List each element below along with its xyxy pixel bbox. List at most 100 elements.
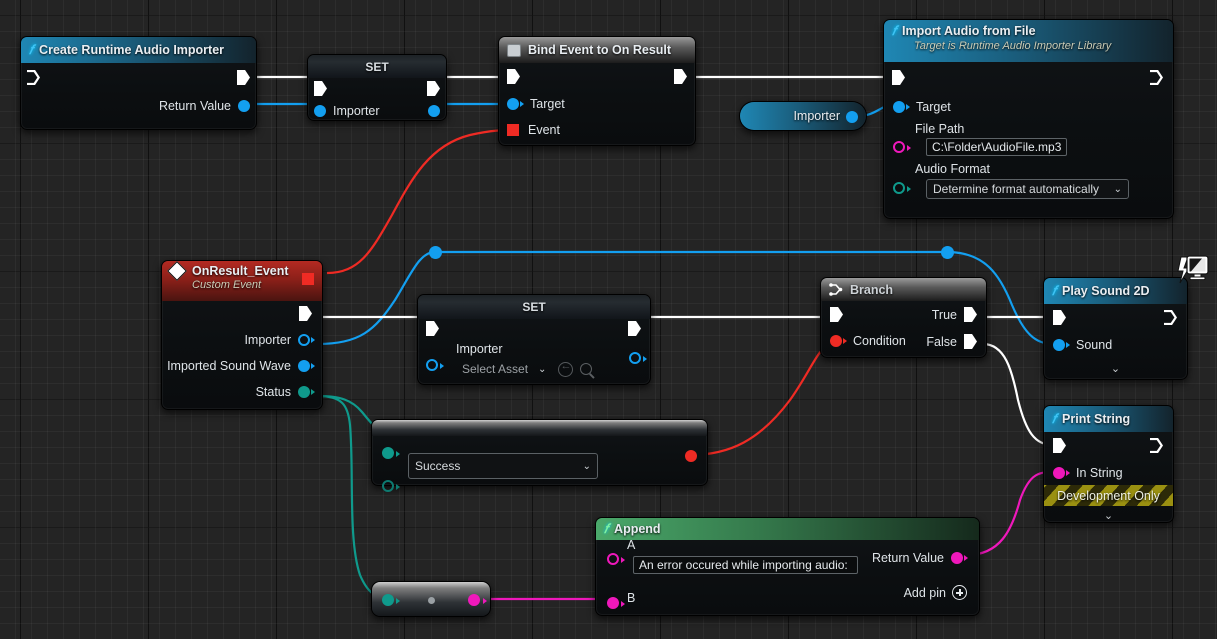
node-import-audio-from-file[interactable]: 𝑓 Import Audio from File Target is Runti… xyxy=(883,19,1174,219)
node-separator-dot xyxy=(428,597,435,604)
exec-out-pin[interactable] xyxy=(299,306,312,321)
bind-event-icon xyxy=(507,43,521,57)
pin-label-importer: Importer xyxy=(456,342,503,356)
append-a-input[interactable]: An error occured while importing audio: xyxy=(633,556,858,574)
output-pin-status[interactable] xyxy=(298,386,310,398)
input-pin-sound[interactable] xyxy=(1053,339,1065,351)
input-pin-condition[interactable]: Condition xyxy=(830,334,906,348)
chevron-down-icon: ⌄ xyxy=(582,460,591,472)
input-pin-file-path[interactable] xyxy=(893,141,905,153)
pin-label-target: Target xyxy=(530,97,565,111)
exec-out-pin[interactable] xyxy=(628,321,641,336)
node-title: Branch xyxy=(850,282,894,297)
node-append[interactable]: 𝑓 Append A An error occured while import… xyxy=(595,517,980,616)
node-equal-enum[interactable]: Success ⌄ xyxy=(371,419,708,492)
expand-advanced-icon[interactable]: ⌄ xyxy=(1044,509,1173,522)
exec-in-pin[interactable] xyxy=(1053,310,1066,325)
exec-out-pin-false[interactable]: False xyxy=(926,334,977,349)
pin-label-target: Target xyxy=(916,100,951,114)
expand-advanced-icon[interactable]: ⌄ xyxy=(1044,362,1187,375)
exec-out-pin[interactable] xyxy=(1150,70,1163,85)
node-title: Play Sound 2D xyxy=(1062,284,1150,298)
exec-out-pin-true[interactable]: True xyxy=(932,307,977,322)
wire-knot-left[interactable] xyxy=(429,246,442,259)
select-asset-value: Select Asset xyxy=(462,362,529,376)
node-header: 𝑓 Append xyxy=(596,518,979,540)
input-pin-target[interactable] xyxy=(507,98,519,110)
exec-in-pin[interactable] xyxy=(830,307,843,322)
output-pin-return-value[interactable] xyxy=(238,100,250,112)
client-only-icon xyxy=(1175,255,1209,285)
exec-in-pin[interactable] xyxy=(892,70,905,85)
node-header: SET xyxy=(308,55,446,78)
pin-label-importer: Importer xyxy=(333,104,380,118)
input-pin-importer[interactable] xyxy=(426,359,438,371)
browse-asset-icon[interactable] xyxy=(558,360,574,377)
blueprint-graph-canvas[interactable]: 𝑓 Create Runtime Audio Importer Return V… xyxy=(0,0,1217,639)
pin-label-imported-sound-wave: Imported Sound Wave xyxy=(167,359,291,373)
input-pin-in-string[interactable] xyxy=(1053,466,1065,479)
development-only-banner: Development Only xyxy=(1044,485,1173,506)
output-pin-delegate[interactable] xyxy=(302,273,314,285)
custom-event-icon xyxy=(167,261,187,281)
node-set-importer-1[interactable]: SET Importer xyxy=(307,54,447,121)
node-subtitle: Target is Runtime Audio Importer Library xyxy=(914,40,1112,52)
pin-label-return-value: Return Value xyxy=(871,551,944,565)
output-pin-result[interactable] xyxy=(685,450,697,462)
exec-in-pin[interactable] xyxy=(507,69,520,84)
exec-in-pin[interactable] xyxy=(27,70,40,85)
input-pin-event[interactable] xyxy=(507,124,519,136)
node-set-importer-2[interactable]: SET Importer Select Asset ⌄ ← xyxy=(417,294,651,385)
pin-label-return-value: Return Value xyxy=(158,99,231,113)
output-pin-string[interactable] xyxy=(468,594,480,606)
node-play-sound-2d[interactable]: 𝑓 Play Sound 2D Sound ⌄ xyxy=(1043,255,1209,380)
output-pin-importer[interactable] xyxy=(846,111,858,123)
pin-label-a: A xyxy=(627,538,636,552)
wire-knot-right[interactable] xyxy=(941,246,954,259)
input-pin-audio-format[interactable] xyxy=(893,182,905,194)
file-path-input[interactable]: C:\Folder\AudioFile.mp3 xyxy=(926,138,1068,156)
search-icon[interactable] xyxy=(580,363,593,375)
node-importer-getter[interactable]: Importer xyxy=(739,101,867,131)
input-pin-importer[interactable] xyxy=(314,105,326,117)
input-pin-enum[interactable] xyxy=(382,594,394,606)
exec-out-pin[interactable] xyxy=(674,69,687,84)
function-icon: 𝑓 xyxy=(604,521,609,536)
input-pin-b[interactable] xyxy=(382,480,394,492)
exec-out-pin[interactable] xyxy=(237,70,250,85)
exec-in-pin[interactable] xyxy=(1053,438,1066,453)
node-enum-to-string[interactable] xyxy=(371,581,491,617)
exec-in-pin[interactable] xyxy=(426,321,439,336)
output-pin-importer[interactable] xyxy=(428,105,440,117)
exec-out-pin[interactable] xyxy=(1150,438,1163,453)
branch-icon xyxy=(829,283,843,296)
node-subtitle: Custom Event xyxy=(192,279,262,291)
enum-value-dropdown[interactable]: Success ⌄ xyxy=(408,453,598,479)
node-title: OnResult_Event xyxy=(192,264,289,278)
function-icon: 𝑓 xyxy=(1052,411,1057,426)
select-asset-dropdown[interactable]: Select Asset ⌄ xyxy=(456,360,552,378)
output-pin-importer[interactable] xyxy=(629,352,641,364)
function-icon: 𝑓 xyxy=(1052,283,1057,298)
exec-in-pin[interactable] xyxy=(314,81,327,96)
input-pin-a[interactable] xyxy=(607,553,619,565)
node-onresult-event[interactable]: OnResult_Event Custom Event Importer Imp… xyxy=(161,260,323,410)
exec-out-pin[interactable] xyxy=(427,81,440,96)
node-bind-event-to-on-result[interactable]: Bind Event to On Result Target Event xyxy=(498,36,696,146)
pin-label-false: False xyxy=(926,334,957,349)
output-pin-imported-sound-wave[interactable] xyxy=(298,360,310,372)
node-header: 𝑓 Play Sound 2D xyxy=(1044,278,1187,304)
output-pin-return-value[interactable]: Return Value xyxy=(872,551,968,565)
input-pin-target[interactable] xyxy=(893,101,905,113)
node-create-runtime-audio-importer[interactable]: 𝑓 Create Runtime Audio Importer Return V… xyxy=(20,36,257,130)
input-pin-a[interactable] xyxy=(382,447,394,459)
add-pin-button[interactable]: Add pin xyxy=(904,585,967,600)
output-pin-importer[interactable] xyxy=(298,334,310,346)
node-header xyxy=(372,420,707,436)
node-header: 𝑓 Create Runtime Audio Importer xyxy=(21,37,256,63)
node-branch[interactable]: Branch True Condition False xyxy=(820,277,987,358)
node-print-string[interactable]: 𝑓 Print String In String Development Onl… xyxy=(1043,405,1174,523)
audio-format-dropdown[interactable]: Determine format automatically ⌄ xyxy=(926,179,1129,199)
exec-out-pin[interactable] xyxy=(1164,310,1177,325)
input-pin-b[interactable] xyxy=(607,597,619,609)
